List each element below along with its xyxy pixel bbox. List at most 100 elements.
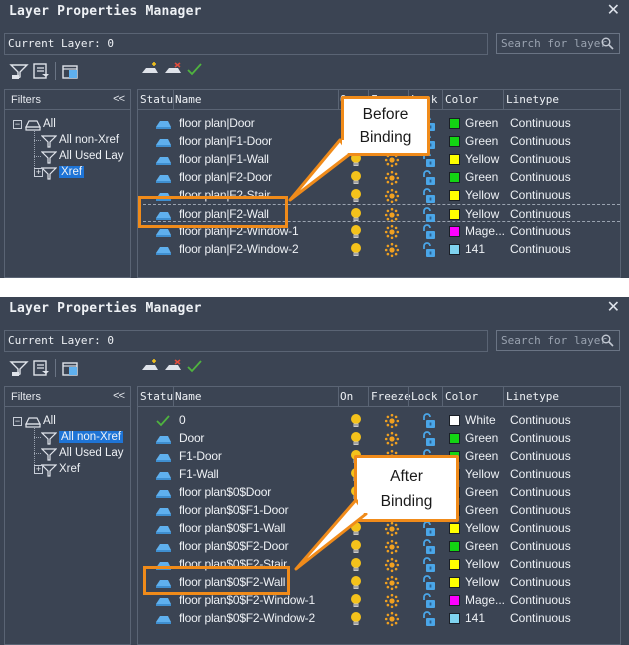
color-swatch[interactable] — [449, 209, 460, 220]
color-swatch[interactable] — [449, 415, 460, 426]
header-lock[interactable]: Lock — [411, 390, 438, 403]
layer-name[interactable]: F1-Wall — [179, 467, 219, 481]
layer-name[interactable]: floor plan$0$F1-Wall — [179, 521, 285, 535]
layer-row[interactable]: 0 White Continuous — [138, 411, 620, 429]
color-name[interactable]: Green — [465, 485, 498, 499]
color-name[interactable]: Yellow — [465, 152, 499, 166]
color-swatch[interactable] — [449, 595, 460, 606]
linetype-name[interactable]: Continuous — [510, 485, 571, 499]
color-name[interactable]: Yellow — [465, 557, 499, 571]
collapse-filters-button[interactable]: << — [113, 93, 125, 105]
color-name[interactable]: White — [465, 413, 496, 427]
column-divider[interactable] — [442, 90, 443, 110]
header-freeze[interactable]: Freeze — [371, 390, 411, 403]
linetype-name[interactable]: Continuous — [510, 557, 571, 571]
new-group-filter-icon[interactable] — [31, 359, 51, 377]
new-property-filter-icon[interactable] — [9, 62, 29, 80]
layer-name[interactable]: floor plan|F2-Door — [179, 170, 272, 184]
header-name[interactable]: Name — [175, 390, 202, 403]
linetype-name[interactable]: Continuous — [510, 575, 571, 589]
color-name[interactable]: Green — [465, 539, 498, 553]
column-divider[interactable] — [503, 387, 504, 407]
linetype-name[interactable]: Continuous — [510, 116, 571, 130]
header-color[interactable]: Color — [445, 390, 478, 403]
color-swatch[interactable] — [449, 244, 460, 255]
column-divider[interactable] — [173, 90, 174, 110]
column-divider[interactable] — [442, 387, 443, 407]
column-divider[interactable] — [503, 90, 504, 110]
collapse-toggle[interactable]: − — [13, 417, 22, 426]
linetype-name[interactable]: Continuous — [510, 242, 571, 256]
layer-name[interactable]: floor plan|Door — [179, 116, 255, 130]
linetype-name[interactable]: Continuous — [510, 449, 571, 463]
linetype-name[interactable]: Continuous — [510, 431, 571, 445]
layer-row[interactable]: floor plan|F2-Door Green Continuous — [138, 168, 620, 186]
column-divider[interactable] — [408, 387, 409, 407]
color-swatch[interactable] — [449, 136, 460, 147]
linetype-name[interactable]: Continuous — [510, 188, 571, 202]
layer-status-icon[interactable] — [155, 612, 172, 630]
lock-open-icon[interactable] — [421, 241, 436, 263]
color-name[interactable]: Green — [465, 116, 498, 130]
layer-name[interactable]: 0 — [179, 413, 186, 427]
column-divider[interactable] — [368, 387, 369, 407]
color-name[interactable]: Yellow — [465, 207, 499, 221]
header-linetype[interactable]: Linetype — [506, 93, 559, 106]
color-name[interactable]: Green — [465, 431, 498, 445]
color-swatch[interactable] — [449, 523, 460, 534]
set-current-icon[interactable] — [185, 359, 205, 377]
linetype-name[interactable]: Continuous — [510, 593, 571, 607]
color-name[interactable]: Mage... — [465, 593, 505, 607]
collapse-toggle[interactable]: − — [13, 120, 22, 129]
search-input[interactable]: Search for layer — [496, 33, 620, 54]
linetype-name[interactable]: Continuous — [510, 224, 571, 238]
linetype-name[interactable]: Continuous — [510, 503, 571, 517]
layer-name[interactable]: floor plan$0$Door — [179, 485, 271, 499]
sun-thaw-icon[interactable] — [384, 611, 400, 632]
linetype-name[interactable]: Continuous — [510, 170, 571, 184]
color-swatch[interactable] — [449, 559, 460, 570]
new-property-filter-icon[interactable] — [9, 359, 29, 377]
layer-name[interactable]: F1-Door — [179, 449, 222, 463]
layer-row[interactable]: floor plan|F2-Window-2 141 Continuous — [138, 240, 620, 258]
header-status[interactable]: Statu — [140, 93, 173, 106]
delete-layer-icon[interactable] — [163, 62, 183, 80]
header-on[interactable]: On — [340, 390, 353, 403]
color-name[interactable]: 141 — [465, 242, 485, 256]
layer-row[interactable]: Door Green Continuous — [138, 429, 620, 447]
lock-open-icon[interactable] — [421, 610, 436, 632]
color-name[interactable]: Green — [465, 134, 498, 148]
header-status[interactable]: Statu — [140, 390, 173, 403]
lightbulb-on-icon[interactable] — [349, 242, 363, 262]
lightbulb-on-icon[interactable] — [349, 611, 363, 631]
linetype-name[interactable]: Continuous — [510, 134, 571, 148]
layer-name[interactable]: floor plan|F1-Wall — [179, 152, 269, 166]
color-name[interactable]: Green — [465, 170, 498, 184]
color-name[interactable]: Green — [465, 503, 498, 517]
color-name[interactable]: Mage... — [465, 224, 505, 238]
layer-name[interactable]: floor plan|F1-Door — [179, 134, 272, 148]
title-bar[interactable]: Layer Properties Manager ✕ — [0, 297, 629, 321]
set-current-icon[interactable] — [185, 62, 205, 80]
linetype-name[interactable]: Continuous — [510, 413, 571, 427]
color-name[interactable]: Yellow — [465, 467, 499, 481]
collapse-filters-button[interactable]: << — [113, 390, 125, 402]
layer-row[interactable]: floor plan$0$F2-Window-2 141 Continuous — [138, 609, 620, 627]
color-swatch[interactable] — [449, 118, 460, 129]
new-group-filter-icon[interactable] — [31, 62, 51, 80]
column-divider[interactable] — [338, 90, 339, 110]
linetype-name[interactable]: Continuous — [510, 207, 571, 221]
expand-toggle[interactable]: + — [34, 465, 43, 474]
color-swatch[interactable] — [449, 541, 460, 552]
title-bar[interactable]: Layer Properties Manager ✕ — [0, 0, 629, 24]
search-input[interactable]: Search for layer — [496, 330, 620, 351]
header-color[interactable]: Color — [445, 93, 478, 106]
color-swatch[interactable] — [449, 577, 460, 588]
column-divider[interactable] — [338, 387, 339, 407]
new-layer-icon[interactable] — [140, 62, 160, 80]
color-name[interactable]: Yellow — [465, 188, 499, 202]
linetype-name[interactable]: Continuous — [510, 152, 571, 166]
color-swatch[interactable] — [449, 154, 460, 165]
linetype-name[interactable]: Continuous — [510, 467, 571, 481]
linetype-name[interactable]: Continuous — [510, 521, 571, 535]
